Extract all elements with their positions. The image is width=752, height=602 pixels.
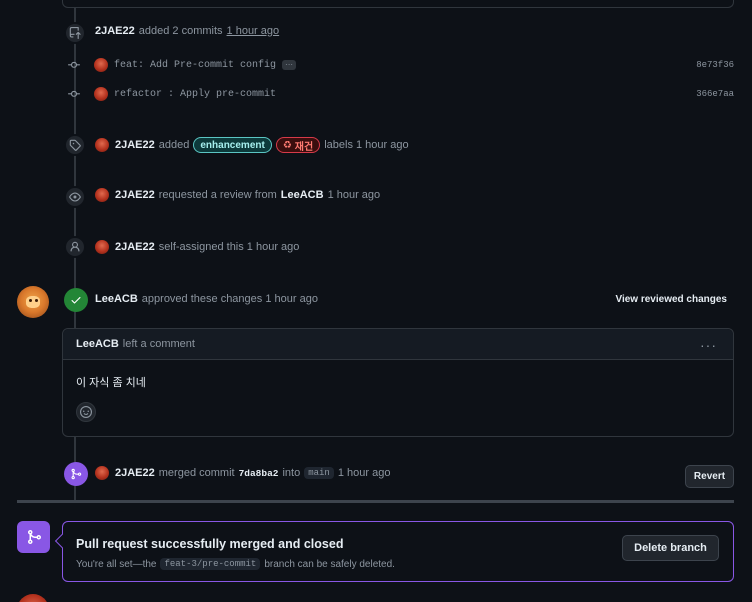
timeline-divider xyxy=(17,500,734,503)
merged-banner: Pull request successfully merged and clo… xyxy=(54,521,734,582)
comment-action: left a comment xyxy=(122,338,195,350)
commits-event: 2JAE22 added 2 commits 1 hour ago xyxy=(95,25,279,37)
avatar[interactable] xyxy=(95,138,109,152)
approval-user[interactable]: LeeACB xyxy=(95,293,138,305)
comment-menu-button[interactable]: ··· xyxy=(700,337,717,353)
avatar-eye xyxy=(29,299,32,302)
label-event: 2JAE22 added enhancement ♻ 재건 labels 1 h… xyxy=(95,137,409,153)
approval-event: LeeACB approved these changes 1 hour ago xyxy=(95,293,318,305)
commit-push-icon xyxy=(64,22,86,44)
merge-action: merged commit xyxy=(158,467,235,479)
delete-branch-button[interactable]: Delete branch xyxy=(622,535,719,561)
commit-dot-icon xyxy=(68,59,80,71)
commit-dot-icon xyxy=(68,88,80,100)
merged-branch-name[interactable]: feat-3/pre-commit xyxy=(160,558,261,570)
avatar[interactable] xyxy=(95,466,109,480)
review-request-event: 2JAE22 requested a review from LeeACB 1 … xyxy=(95,188,380,202)
label-rebuild-text: 재건 xyxy=(294,141,314,153)
commit-row: feat: Add Pre-commit config ··· 8e73f36 xyxy=(68,57,736,73)
merged-subtitle: You're all set—the feat-3/pre-commit bra… xyxy=(76,558,395,570)
commits-event-user[interactable]: 2JAE22 xyxy=(95,25,135,37)
merge-time[interactable]: 1 hour ago xyxy=(338,467,391,479)
commit-row: refactor : Apply pre-commit 366e7aa xyxy=(68,86,736,102)
revert-button[interactable]: Revert xyxy=(685,465,734,488)
view-reviewed-changes-button[interactable]: View reviewed changes xyxy=(615,294,727,305)
approval-action: approved these changes 1 hour ago xyxy=(141,293,318,305)
review-request-user[interactable]: 2JAE22 xyxy=(115,189,155,201)
commit-sha[interactable]: 366e7aa xyxy=(696,89,734,99)
assign-event: 2JAE22 self-assigned this 1 hour ago xyxy=(95,240,299,254)
comment-header: LeeACB left a comment ··· xyxy=(63,329,733,360)
review-request-action: requested a review from xyxy=(158,189,277,201)
commits-event-time[interactable]: 1 hour ago xyxy=(227,25,280,37)
comment-author[interactable]: LeeACB xyxy=(76,338,119,350)
add-reaction-button[interactable] xyxy=(76,402,96,422)
eye-icon xyxy=(64,186,86,208)
recycle-icon: ♻ xyxy=(282,139,292,151)
person-icon xyxy=(64,236,86,258)
avatar[interactable] xyxy=(94,58,108,72)
avatar[interactable] xyxy=(94,87,108,101)
review-comment: LeeACB left a comment ··· 이 자식 좀 치네 xyxy=(62,328,734,437)
label-event-suffix: labels 1 hour ago xyxy=(324,139,409,151)
merge-into: into xyxy=(282,467,301,479)
commit-message[interactable]: refactor : Apply pre-commit xyxy=(114,89,276,100)
avatar-eye xyxy=(35,299,38,302)
merge-user[interactable]: 2JAE22 xyxy=(115,467,155,479)
label-event-user[interactable]: 2JAE22 xyxy=(115,139,155,151)
check-icon xyxy=(64,288,88,312)
merged-sub-suffix: branch can be safely deleted. xyxy=(264,558,395,570)
merged-status-icon xyxy=(17,521,50,553)
reviewer-avatar[interactable] xyxy=(17,286,49,318)
avatar[interactable] xyxy=(95,240,109,254)
merged-title: Pull request successfully merged and clo… xyxy=(76,537,344,551)
merge-target-branch[interactable]: main xyxy=(304,467,334,479)
banner-pointer xyxy=(54,533,70,549)
previous-card-edge xyxy=(62,0,734,8)
assign-event-user[interactable]: 2JAE22 xyxy=(115,241,155,253)
comment-body: 이 자식 좀 치네 xyxy=(76,377,146,389)
commit-message[interactable]: feat: Add Pre-commit config xyxy=(114,60,276,71)
commit-sha[interactable]: 8e73f36 xyxy=(696,60,734,70)
avatar[interactable] xyxy=(95,188,109,202)
label-enhancement[interactable]: enhancement xyxy=(193,137,272,153)
tag-icon xyxy=(64,134,86,156)
merge-icon xyxy=(64,462,88,486)
commits-event-action: added 2 commits xyxy=(138,25,223,37)
smiley-icon xyxy=(80,406,92,418)
review-request-reviewer[interactable]: LeeACB xyxy=(281,189,324,201)
review-request-time[interactable]: 1 hour ago xyxy=(328,189,381,201)
avatar-face xyxy=(26,296,40,308)
merge-commit-sha[interactable]: 7da8ba2 xyxy=(239,468,279,479)
expand-commit-button[interactable]: ··· xyxy=(282,60,297,70)
avatar[interactable] xyxy=(17,594,49,602)
merge-event: 2JAE22 merged commit 7da8ba2 into main 1… xyxy=(95,466,390,480)
label-rebuild[interactable]: ♻ 재건 xyxy=(275,137,321,153)
merged-sub-prefix: You're all set—the xyxy=(76,558,157,570)
label-event-action: added xyxy=(158,139,190,151)
assign-event-action: self-assigned this 1 hour ago xyxy=(158,241,300,253)
